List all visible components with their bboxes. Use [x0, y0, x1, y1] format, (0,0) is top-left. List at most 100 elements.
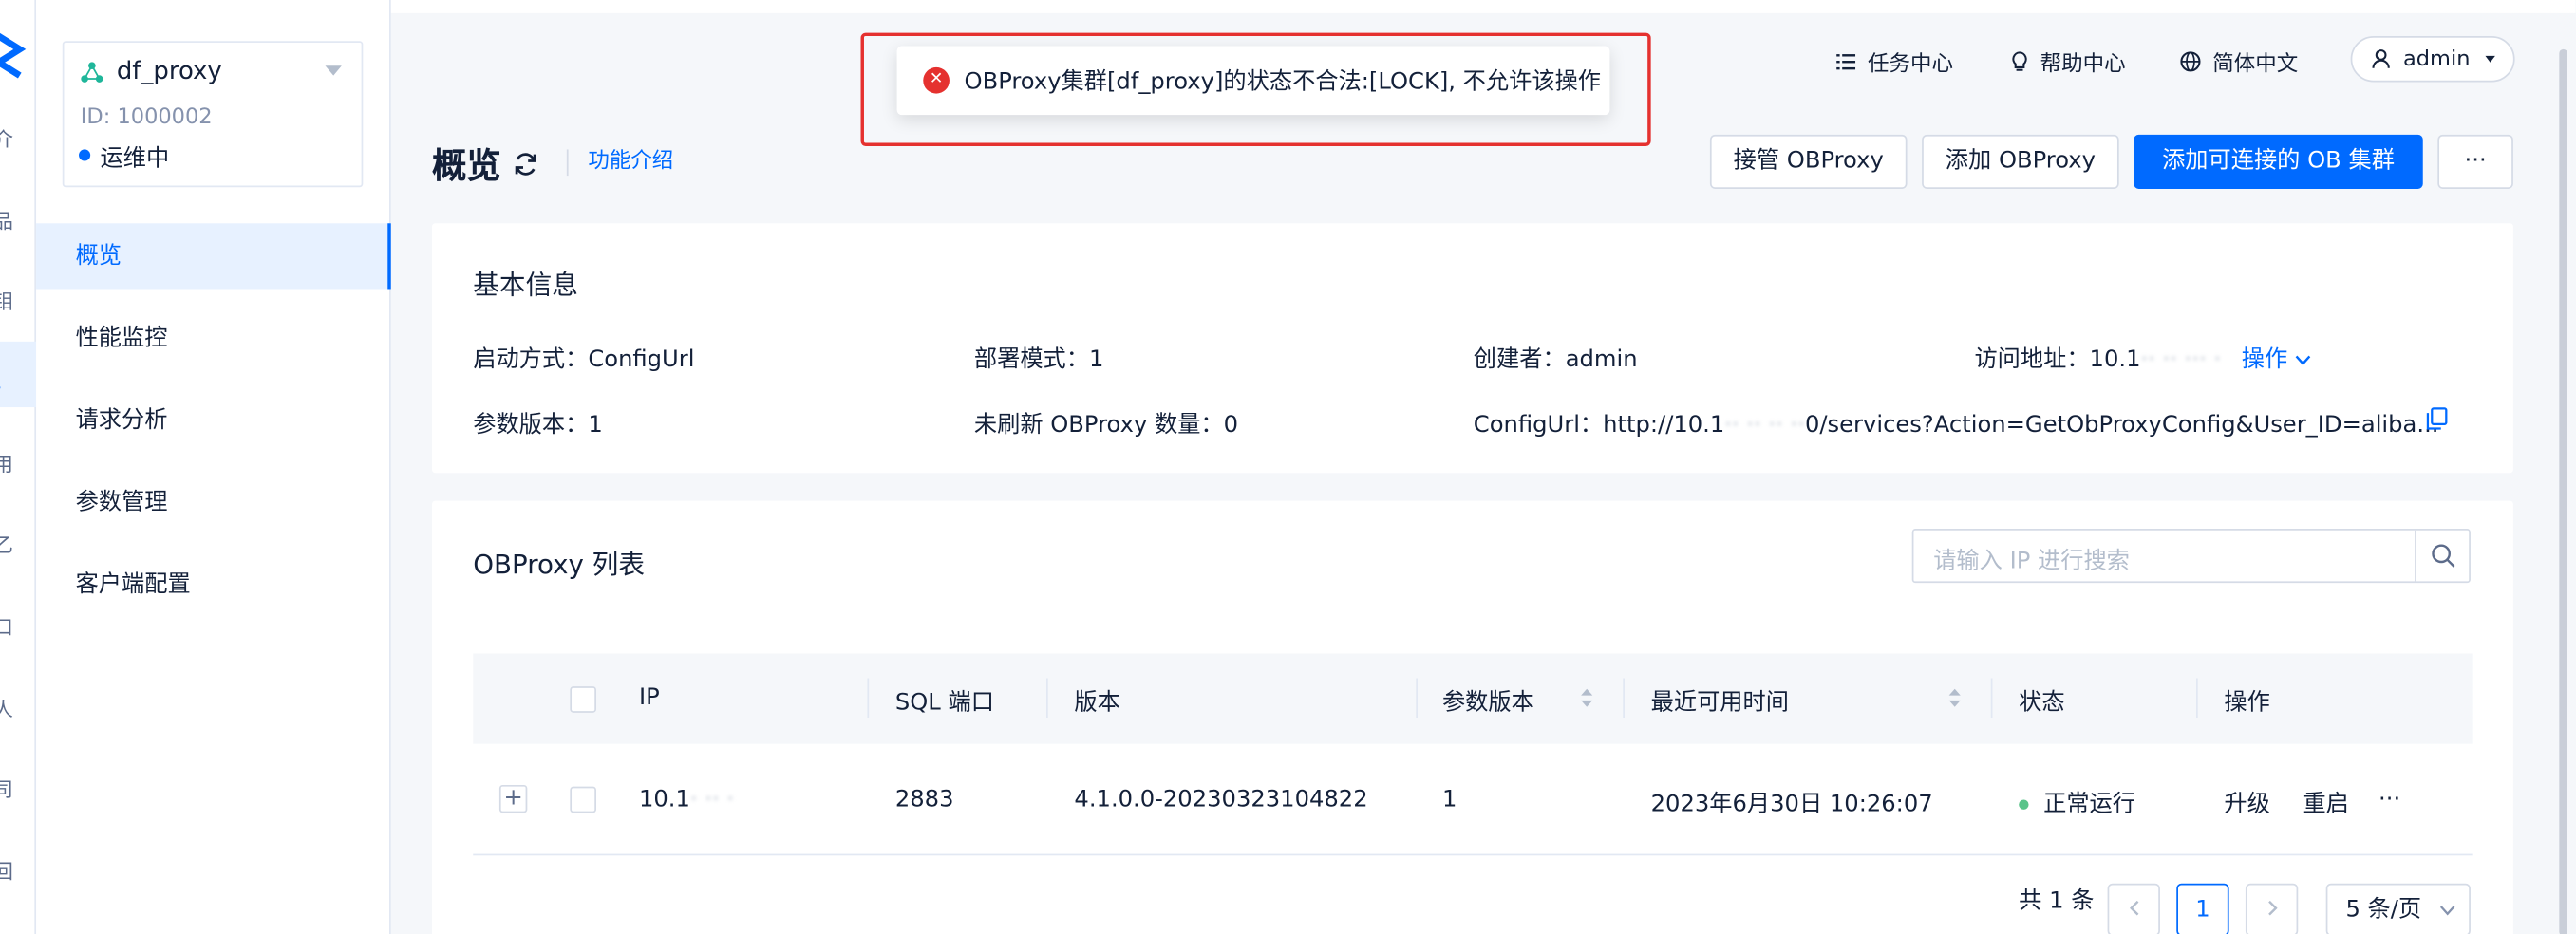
- basic-info-panel: 基本信息 启动方式：ConfigUrl 部署模式：1 创建者：admin 访问地…: [431, 223, 2513, 474]
- select-all-checkbox[interactable]: [570, 686, 596, 713]
- chevron-down-icon: [2439, 906, 2454, 916]
- sort-icon[interactable]: [1580, 688, 1593, 708]
- next-page-button[interactable]: [2245, 883, 2299, 934]
- language-label: 简体中文: [2212, 52, 2299, 78]
- prev-page-button[interactable]: [2107, 883, 2160, 934]
- sidebar-item-overview[interactable]: 概览: [36, 223, 391, 290]
- row-more-actions[interactable]: ···: [2379, 787, 2400, 813]
- more-actions-button[interactable]: ···: [2437, 134, 2513, 189]
- page-size-value: 5 条/页: [2345, 896, 2422, 924]
- chevron-right-icon: [2267, 900, 2277, 916]
- cell-last-available: 2023年6月30日 10:26:07: [1650, 791, 1933, 818]
- lightbulb-icon: [2012, 51, 2027, 71]
- globe-icon: [2180, 51, 2201, 72]
- column-header-sql-port: SQL 端口: [894, 689, 994, 717]
- rail-item-10[interactable]: 回: [0, 861, 13, 884]
- rail-item-9[interactable]: 司: [0, 778, 13, 801]
- error-message: OBProxy集群[df_proxy]的状态不合法:[LOCK], 不允许该操作: [964, 68, 1602, 96]
- vertical-scrollbar[interactable]: [2559, 48, 2567, 934]
- app-root: 介 品 钼 。 用 乙 口 人 司 回 df_proxy ID: 1000002…: [0, 0, 2576, 934]
- task-center-link[interactable]: 任务中心: [1836, 46, 1953, 77]
- rail-item-2[interactable]: 品: [0, 210, 13, 233]
- ip-search-input[interactable]: 请输入 IP 进行搜索: [1911, 529, 2471, 584]
- rail-item-8[interactable]: 人: [0, 698, 13, 720]
- column-divider: [867, 678, 870, 719]
- page-title: 概览: [431, 145, 501, 186]
- rail-item-4[interactable]: 。: [0, 371, 13, 394]
- column-divider: [1416, 678, 1418, 719]
- creator: 创建者：admin: [1473, 346, 1638, 373]
- language-switch[interactable]: 简体中文: [2180, 46, 2299, 78]
- user-icon: [2372, 49, 2390, 68]
- config-url: ConfigUrl：http://10.1·· ·· ·· ··0/servic…: [1473, 412, 2439, 439]
- chevron-down-icon[interactable]: [325, 65, 342, 76]
- rail-item-6[interactable]: 乙: [0, 533, 13, 556]
- column-header-version: 版本: [1074, 689, 1120, 717]
- column-header-ip: IP: [638, 684, 660, 712]
- column-header-last-available[interactable]: 最近可用时间: [1651, 684, 1789, 718]
- sidebar: df_proxy ID: 1000002 运维中 概览 性能监控 请求分析 参数…: [36, 0, 391, 934]
- column-header-param-version[interactable]: 参数版本: [1442, 684, 1534, 718]
- column-header-status: 状态: [2019, 689, 2065, 717]
- unrefreshed-count: 未刷新 OBProxy 数量：0: [973, 412, 1239, 439]
- sidebar-item-request-analysis[interactable]: 请求分析: [36, 387, 391, 453]
- add-ob-cluster-button[interactable]: 添加可连接的 OB 集群: [2134, 134, 2423, 189]
- total-count: 共 1 条: [2019, 887, 2095, 915]
- chevron-down-icon: [2485, 55, 2495, 63]
- restart-link[interactable]: 重启: [2303, 787, 2348, 820]
- column-divider: [1623, 678, 1625, 719]
- cluster-icon: [81, 62, 103, 83]
- error-icon: ✕: [923, 66, 950, 94]
- user-menu-button[interactable]: admin: [2350, 36, 2515, 83]
- cluster-name: df_proxy: [116, 55, 222, 85]
- cell-version: 4.1.0.0-20230323104822: [1074, 786, 1368, 813]
- start-mode: 启动方式：ConfigUrl: [473, 346, 695, 373]
- search-placeholder: 请输入 IP 进行搜索: [1933, 548, 2130, 575]
- takeover-obproxy-button[interactable]: 接管 OBProxy: [1709, 134, 1908, 189]
- page-size-select[interactable]: 5 条/页: [2325, 883, 2471, 934]
- sort-icon[interactable]: [1948, 688, 1962, 708]
- obproxy-list-title: OBProxy 列表: [473, 548, 646, 580]
- table-row: + 10.1· ·· · 2883 4.1.0.0-20230323104822…: [473, 744, 2473, 856]
- upgrade-link[interactable]: 升级: [2224, 787, 2269, 820]
- sidebar-item-parameters[interactable]: 参数管理: [36, 470, 391, 535]
- search-icon: [2431, 544, 2454, 568]
- feature-intro-link[interactable]: 功能介绍: [566, 149, 673, 177]
- column-header-actions: 操作: [2224, 689, 2270, 717]
- cluster-id: ID: 1000002: [80, 104, 213, 130]
- status-dot: [2019, 799, 2029, 810]
- access-address: 访问地址：10.1·· ·· ··· · 操作: [1974, 342, 2311, 375]
- sidebar-item-client-config[interactable]: 客户端配置: [36, 551, 391, 617]
- add-obproxy-button[interactable]: 添加 OBProxy: [1922, 134, 2119, 189]
- rail-item-3[interactable]: 钼: [0, 290, 13, 313]
- chevron-down-icon[interactable]: [2295, 355, 2311, 366]
- user-name: admin: [2402, 47, 2471, 72]
- column-divider: [1046, 678, 1048, 719]
- rail-item-5[interactable]: 用: [0, 453, 13, 476]
- chevron-left-icon: [2129, 900, 2138, 916]
- refresh-icon[interactable]: [513, 151, 539, 177]
- cell-ip: 10.1· ·· ·: [638, 786, 735, 813]
- cell-status: 正常运行: [2019, 787, 2135, 820]
- rail-item-1[interactable]: 介: [0, 128, 13, 151]
- sidebar-item-performance[interactable]: 性能监控: [36, 306, 391, 371]
- column-divider: [2196, 678, 2198, 719]
- help-center-label: 帮助中心: [2040, 52, 2126, 78]
- cell-param-version: 1: [1441, 786, 1457, 813]
- app-logo-icon[interactable]: [0, 29, 27, 82]
- access-operation-link[interactable]: 操作: [2242, 346, 2287, 373]
- copy-icon[interactable]: [2426, 407, 2448, 430]
- icon-rail: 介 品 钼 。 用 乙 口 人 司 回: [0, 0, 37, 934]
- cell-sql-port: 2883: [894, 786, 954, 813]
- list-icon: [1836, 54, 1856, 70]
- expand-row-button[interactable]: +: [498, 784, 528, 813]
- help-center-link[interactable]: 帮助中心: [2011, 46, 2126, 77]
- obproxy-list-panel: OBProxy 列表 请输入 IP 进行搜索 IP SQL 端口 版本 参数版本…: [431, 500, 2513, 934]
- search-button[interactable]: [2415, 530, 2469, 582]
- page-number-button[interactable]: 1: [2176, 883, 2229, 934]
- basic-info-title: 基本信息: [473, 269, 578, 301]
- column-divider: [1990, 678, 1993, 719]
- row-checkbox[interactable]: [570, 786, 596, 813]
- rail-item-7[interactable]: 口: [0, 616, 13, 639]
- cluster-selector[interactable]: df_proxy ID: 1000002 运维中: [62, 41, 364, 188]
